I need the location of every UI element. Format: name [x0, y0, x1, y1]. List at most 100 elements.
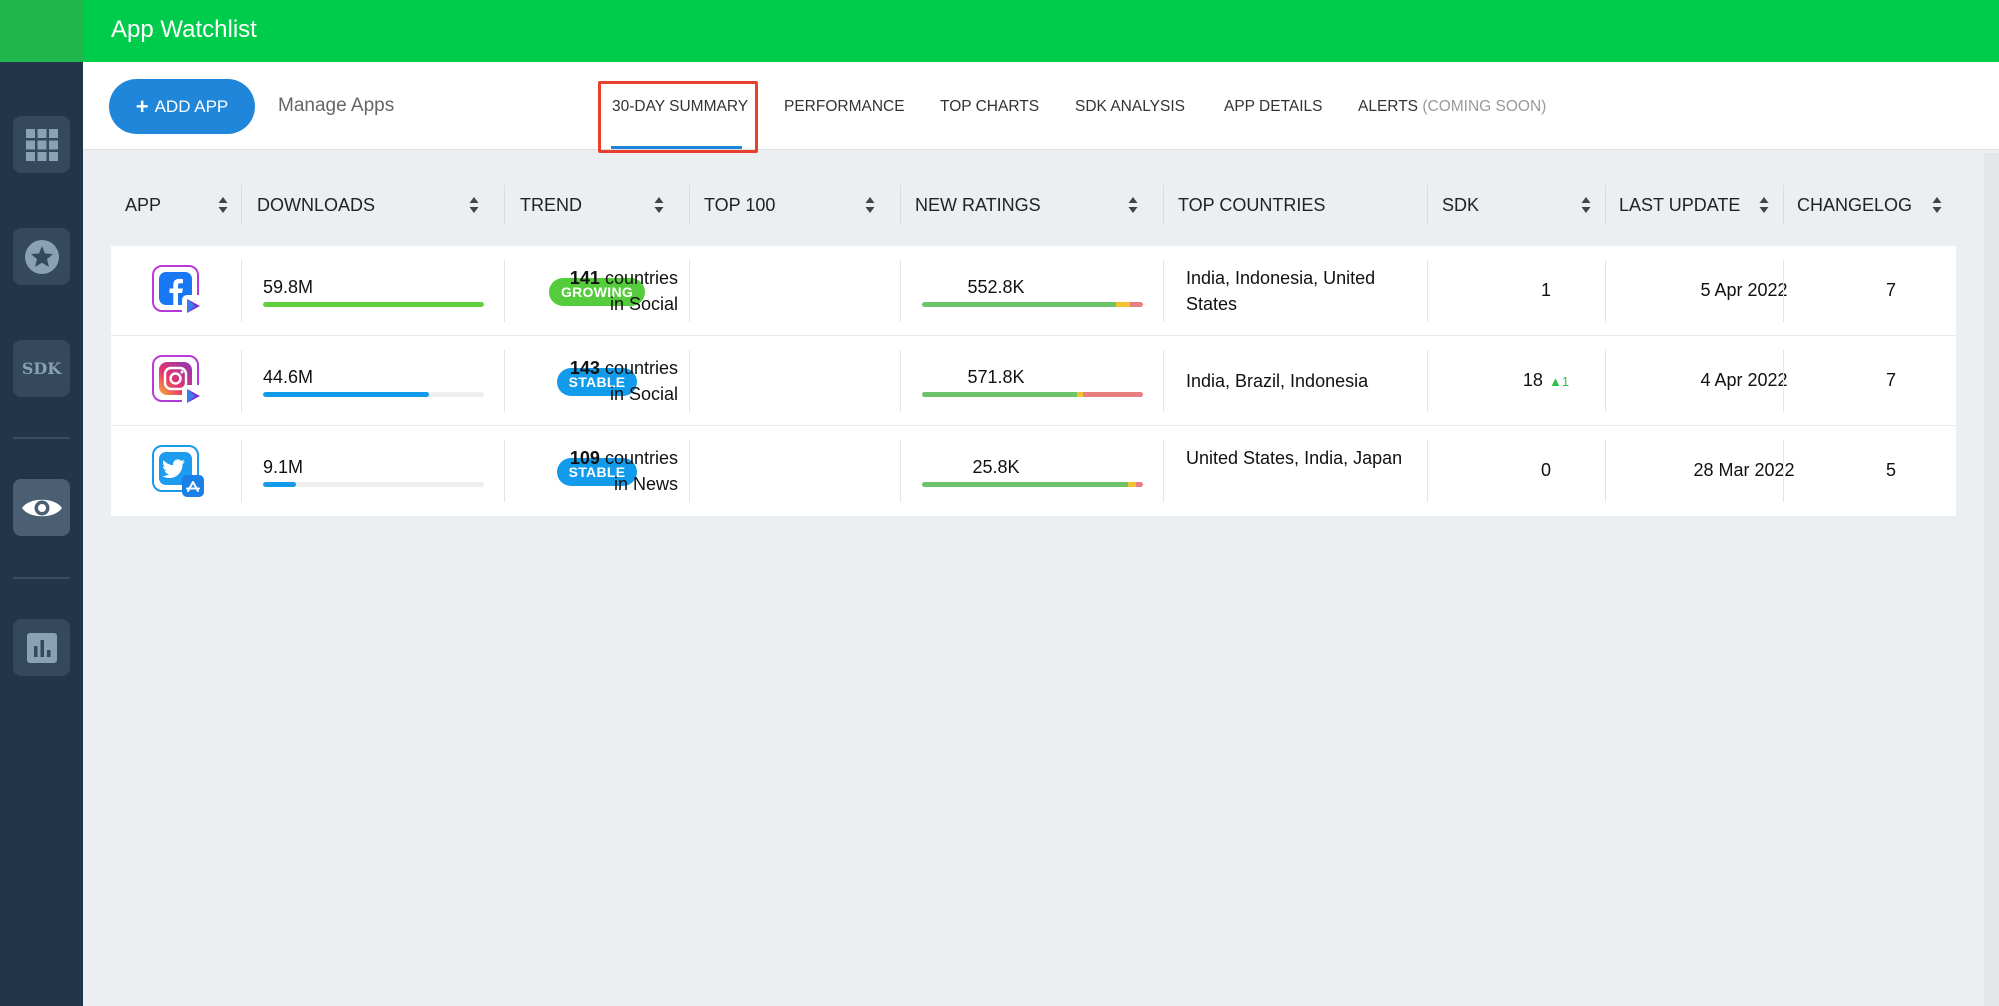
sort-icon[interactable] — [1759, 196, 1769, 214]
add-app-label: ADD APP — [154, 96, 229, 116]
tab-performance[interactable]: PERFORMANCE — [784, 98, 905, 116]
table-row[interactable]: 44.6M STABLE 143 countries in Social 571… — [111, 336, 1956, 426]
sidebar-item-watchlist[interactable] — [13, 479, 70, 536]
tab-app-details[interactable]: APP DETAILS — [1224, 98, 1323, 116]
column-header-downloads[interactable]: DOWNLOADS — [257, 185, 375, 225]
tab-sdk-analysis[interactable]: SDK ANALYSIS — [1075, 98, 1185, 116]
top100-countries-line: 143 countries — [570, 355, 678, 381]
sort-icon[interactable] — [1581, 196, 1591, 214]
downloads-value: 44.6M — [263, 367, 314, 387]
downloads-bar-fill — [263, 302, 484, 307]
sidebar-divider — [13, 577, 70, 579]
top100-countries-word: countries — [604, 448, 678, 468]
table-row[interactable]: 59.8M GROWING 141 countries in Social 55… — [111, 246, 1956, 336]
apps-table: 59.8M GROWING 141 countries in Social 55… — [111, 246, 1956, 516]
add-app-button[interactable]: + ADD APP — [109, 79, 255, 134]
top100-summary: 141 countries in Social — [570, 265, 678, 317]
tab-top-charts[interactable]: TOP CHARTS — [940, 98, 1039, 116]
sidebar: SDK — [0, 0, 83, 1006]
top-countries: India, Indonesia, United States — [1186, 268, 1376, 314]
sort-icon[interactable] — [218, 196, 228, 214]
column-label: NEW RATINGS — [915, 194, 1041, 215]
column-label: CHANGELOG — [1797, 194, 1913, 215]
top100-summary: 143 countries in Social — [570, 355, 678, 407]
sdk-count-value: 0 — [1540, 460, 1551, 480]
sort-icon[interactable] — [654, 196, 664, 214]
cell-divider — [504, 440, 505, 502]
top100-count: 141 — [569, 268, 600, 288]
column-divider — [1783, 185, 1784, 225]
sdk-icon: SDK — [21, 359, 62, 378]
column-divider — [1427, 185, 1428, 225]
cell-divider — [1163, 260, 1164, 322]
new-ratings-value: 571.8K — [967, 367, 1025, 387]
cell-divider — [1783, 260, 1784, 322]
changelog-count[interactable]: 7 — [1846, 280, 1936, 301]
rating-positive-segment — [922, 302, 1117, 307]
sdk-delta-up: ▲1 — [1549, 374, 1569, 389]
column-header-trend[interactable]: TREND — [520, 185, 582, 225]
arrow-up-icon: ▲ — [1548, 374, 1562, 389]
cell-divider — [1163, 440, 1164, 502]
downloads-bar-fill — [263, 392, 429, 397]
sdk-count[interactable]: 18 ▲1 — [1516, 370, 1576, 391]
top-countries: India, Brazil, Indonesia — [1186, 371, 1369, 391]
cell-divider — [900, 260, 901, 322]
column-header-top100[interactable]: TOP 100 — [704, 185, 775, 225]
top100-category: in Social — [609, 294, 678, 314]
downloads-bar-fill — [263, 482, 297, 487]
column-header-sdk[interactable]: SDK — [1442, 185, 1479, 225]
sidebar-divider — [13, 437, 70, 439]
sdk-count-value: 1 — [1540, 280, 1551, 300]
grid-icon — [25, 128, 58, 161]
sidebar-item-sdk[interactable]: SDK — [13, 340, 70, 397]
changelog-count[interactable]: 5 — [1846, 460, 1936, 481]
instagram-icon[interactable] — [152, 355, 204, 407]
sdk-count[interactable]: 1 — [1516, 280, 1576, 301]
sidebar-item-favorites[interactable] — [13, 228, 70, 285]
downloads-bar — [263, 482, 484, 487]
downloads-bar — [263, 392, 484, 397]
downloads-value: 59.8M — [263, 277, 314, 297]
top100-summary: 109 countries in News — [570, 445, 678, 497]
column-label: APP — [125, 194, 162, 215]
column-divider — [241, 185, 242, 225]
top-countries: United States, India, Japan — [1186, 448, 1403, 468]
rating-neutral-segment — [1127, 482, 1137, 487]
sort-icon[interactable] — [469, 196, 479, 214]
eye-icon — [21, 499, 62, 516]
column-label: TREND — [520, 194, 582, 215]
plus-icon: + — [135, 93, 149, 119]
sidebar-item-reports[interactable] — [13, 619, 70, 676]
rating-negative-segment — [1129, 302, 1143, 307]
facebook-icon[interactable] — [152, 265, 204, 317]
toolbar: + ADD APP Manage Apps — [83, 62, 1999, 150]
column-header-changelog[interactable]: CHANGELOG — [1797, 185, 1912, 225]
table-row[interactable]: 9.1M STABLE 109 countries in News 25.8K … — [111, 426, 1956, 516]
sort-icon[interactable] — [865, 196, 875, 214]
column-header-new-ratings[interactable]: NEW RATINGS — [915, 185, 1041, 225]
rating-neutral-segment — [1076, 392, 1084, 397]
column-label: DOWNLOADS — [257, 194, 376, 215]
cell-divider — [1783, 350, 1784, 412]
manage-apps-link[interactable]: Manage Apps — [278, 95, 394, 117]
ratings-sentiment-bar — [922, 392, 1143, 397]
cell-divider — [1163, 350, 1164, 412]
scrollbar[interactable] — [1984, 153, 1999, 1006]
cell-divider — [1605, 260, 1606, 322]
sort-icon[interactable] — [1932, 196, 1942, 214]
sort-icon[interactable] — [1128, 196, 1138, 214]
downloads-value: 9.1M — [263, 457, 304, 477]
column-header-last-update[interactable]: LAST UPDATE — [1619, 185, 1740, 225]
sidebar-item-apps-grid[interactable] — [13, 116, 70, 173]
column-divider — [1605, 185, 1606, 225]
cell-divider — [1605, 350, 1606, 412]
rating-positive-segment — [922, 392, 1077, 397]
cell-divider — [1427, 260, 1428, 322]
changelog-count[interactable]: 7 — [1846, 370, 1936, 391]
twitter-icon[interactable] — [152, 445, 204, 497]
sdk-count[interactable]: 0 — [1516, 460, 1576, 481]
column-header-app[interactable]: APP — [125, 185, 161, 225]
tab-alerts[interactable]: ALERTS (COMING SOON) — [1358, 98, 1546, 116]
column-divider — [504, 185, 505, 225]
